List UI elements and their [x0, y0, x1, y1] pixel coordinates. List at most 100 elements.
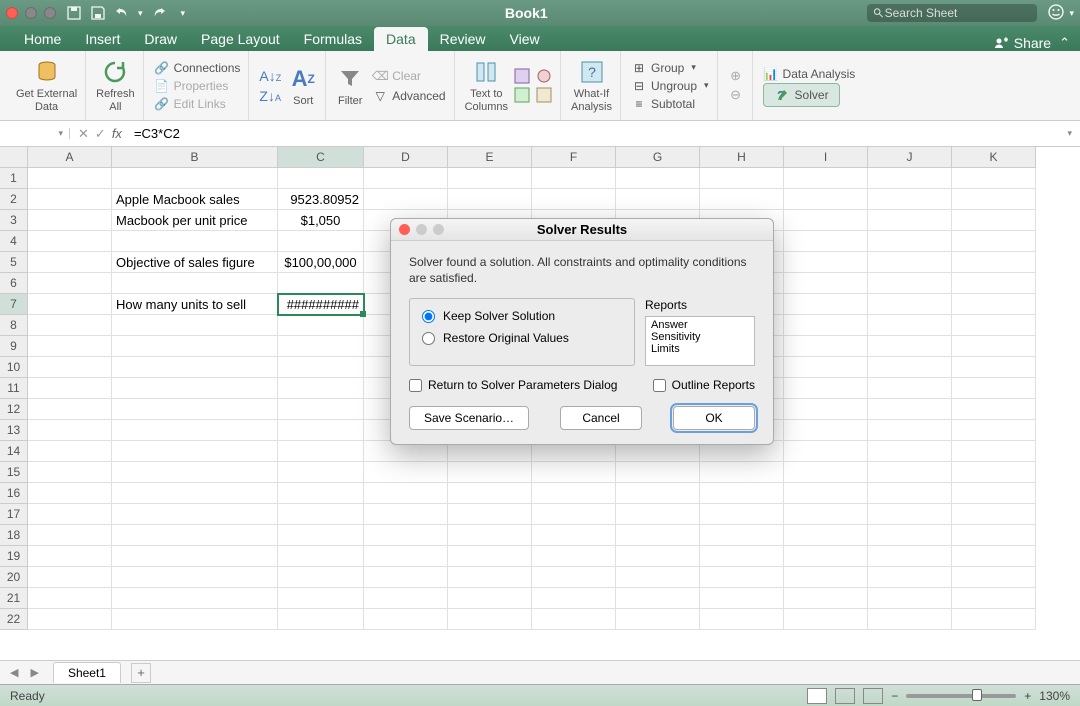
column-header-D[interactable]: D — [364, 147, 448, 168]
cell-J16[interactable] — [868, 483, 952, 504]
cell-D21[interactable] — [364, 588, 448, 609]
cell-C3[interactable]: $1,050 — [278, 210, 364, 231]
cell-J17[interactable] — [868, 504, 952, 525]
row-header-3[interactable]: 3 — [0, 210, 28, 231]
ungroup-button[interactable]: ⊟Ungroup▾ — [631, 77, 709, 95]
cell-B20[interactable] — [112, 567, 278, 588]
cell-D22[interactable] — [364, 609, 448, 630]
cell-K22[interactable] — [952, 609, 1036, 630]
cell-C8[interactable] — [278, 315, 364, 336]
cell-J6[interactable] — [868, 273, 952, 294]
undo-icon[interactable] — [114, 5, 130, 21]
cell-H2[interactable] — [700, 189, 784, 210]
zoom-slider[interactable] — [906, 694, 1016, 698]
cell-A5[interactable] — [28, 252, 112, 273]
cell-K10[interactable] — [952, 357, 1036, 378]
cell-E16[interactable] — [448, 483, 532, 504]
cell-I20[interactable] — [784, 567, 868, 588]
cell-D18[interactable] — [364, 525, 448, 546]
cell-E22[interactable] — [448, 609, 532, 630]
cell-B21[interactable] — [112, 588, 278, 609]
hide-detail-button[interactable]: ⊖ — [728, 87, 744, 103]
cell-K20[interactable] — [952, 567, 1036, 588]
cell-E17[interactable] — [448, 504, 532, 525]
cell-I5[interactable] — [784, 252, 868, 273]
cell-I14[interactable] — [784, 441, 868, 462]
cell-C21[interactable] — [278, 588, 364, 609]
cancel-button[interactable]: Cancel — [560, 406, 642, 430]
cell-J21[interactable] — [868, 588, 952, 609]
cell-F20[interactable] — [532, 567, 616, 588]
row-header-19[interactable]: 19 — [0, 546, 28, 567]
cell-C14[interactable] — [278, 441, 364, 462]
row-header-10[interactable]: 10 — [0, 357, 28, 378]
cell-B16[interactable] — [112, 483, 278, 504]
cell-H16[interactable] — [700, 483, 784, 504]
cell-A13[interactable] — [28, 420, 112, 441]
cell-B13[interactable] — [112, 420, 278, 441]
cell-A22[interactable] — [28, 609, 112, 630]
row-header-9[interactable]: 9 — [0, 336, 28, 357]
cell-H22[interactable] — [700, 609, 784, 630]
redo-icon[interactable] — [151, 5, 167, 21]
zoom-window-icon[interactable] — [44, 7, 56, 19]
cell-A9[interactable] — [28, 336, 112, 357]
keep-solution-radio[interactable]: Keep Solver Solution — [422, 309, 622, 323]
solver-button[interactable]: ?Solver — [763, 83, 840, 107]
cell-K12[interactable] — [952, 399, 1036, 420]
show-detail-button[interactable]: ⊕ — [728, 68, 744, 84]
cell-A18[interactable] — [28, 525, 112, 546]
cell-B7[interactable]: How many units to sell — [112, 294, 278, 315]
cell-E19[interactable] — [448, 546, 532, 567]
cell-I19[interactable] — [784, 546, 868, 567]
cell-J7[interactable] — [868, 294, 952, 315]
cell-A2[interactable] — [28, 189, 112, 210]
tab-formulas[interactable]: Formulas — [292, 27, 374, 51]
cell-B12[interactable] — [112, 399, 278, 420]
column-header-G[interactable]: G — [616, 147, 700, 168]
reports-list[interactable]: Answer Sensitivity Limits — [645, 316, 755, 366]
cell-C5[interactable]: $100,00,000 — [278, 252, 364, 273]
cell-C17[interactable] — [278, 504, 364, 525]
select-all-corner[interactable] — [0, 147, 28, 168]
sort-desc-button[interactable]: Z↓A — [259, 88, 281, 104]
cell-K17[interactable] — [952, 504, 1036, 525]
get-external-data-button[interactable]: Get External Data — [16, 58, 77, 112]
cell-K11[interactable] — [952, 378, 1036, 399]
tab-insert[interactable]: Insert — [73, 27, 132, 51]
cell-B2[interactable]: Apple Macbook sales — [112, 189, 278, 210]
sheet-tab-sheet1[interactable]: Sheet1 — [53, 662, 121, 683]
connections-button[interactable]: 🔗Connections — [154, 59, 241, 77]
column-header-J[interactable]: J — [868, 147, 952, 168]
row-header-6[interactable]: 6 — [0, 273, 28, 294]
row-header-12[interactable]: 12 — [0, 399, 28, 420]
cell-A17[interactable] — [28, 504, 112, 525]
cell-I10[interactable] — [784, 357, 868, 378]
tab-review[interactable]: Review — [428, 27, 498, 51]
cell-C12[interactable] — [278, 399, 364, 420]
cell-C20[interactable] — [278, 567, 364, 588]
cell-C9[interactable] — [278, 336, 364, 357]
outline-reports-checkbox[interactable]: Outline Reports — [653, 378, 755, 392]
row-header-22[interactable]: 22 — [0, 609, 28, 630]
cell-J14[interactable] — [868, 441, 952, 462]
cell-B22[interactable] — [112, 609, 278, 630]
cell-K3[interactable] — [952, 210, 1036, 231]
row-header-4[interactable]: 4 — [0, 231, 28, 252]
cell-B4[interactable] — [112, 231, 278, 252]
tab-draw[interactable]: Draw — [132, 27, 189, 51]
cell-H18[interactable] — [700, 525, 784, 546]
cell-G16[interactable] — [616, 483, 700, 504]
column-header-C[interactable]: C — [278, 147, 364, 168]
cell-A6[interactable] — [28, 273, 112, 294]
feedback-icon[interactable] — [1047, 3, 1067, 24]
cell-D15[interactable] — [364, 462, 448, 483]
cell-F1[interactable] — [532, 168, 616, 189]
cell-B10[interactable] — [112, 357, 278, 378]
column-header-H[interactable]: H — [700, 147, 784, 168]
group-button[interactable]: ⊞Group▾ — [631, 59, 696, 77]
cancel-formula-icon[interactable]: ✕ — [78, 126, 89, 142]
row-header-15[interactable]: 15 — [0, 462, 28, 483]
cell-I3[interactable] — [784, 210, 868, 231]
cell-B8[interactable] — [112, 315, 278, 336]
